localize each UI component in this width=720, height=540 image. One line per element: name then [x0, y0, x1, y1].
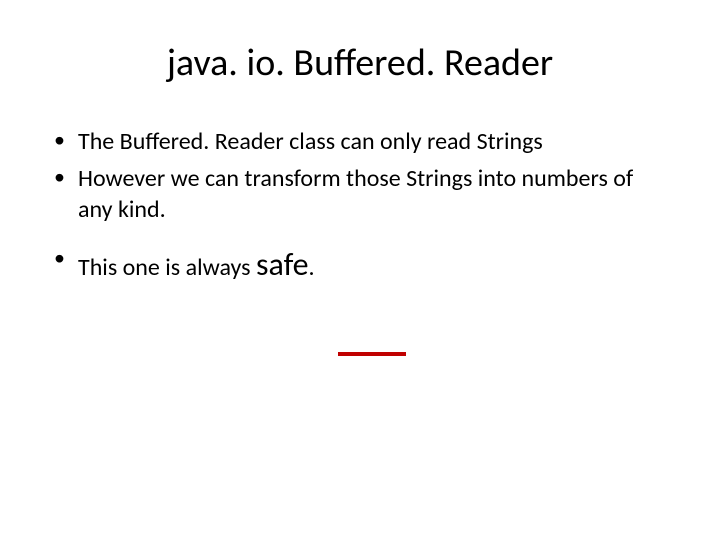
bullet-item-3-emph: safe — [256, 245, 309, 284]
bullet-item-3-prefix: This one is always — [78, 253, 256, 282]
slide-title: java. io. Buffered. Reader — [50, 40, 670, 86]
bullet-item-3-suffix: . — [309, 253, 315, 282]
bullet-item-1: The Buffered. Reader class can only read… — [50, 126, 670, 157]
red-underline-mark — [338, 352, 406, 356]
bullet-list: The Buffered. Reader class can only read… — [50, 126, 670, 285]
bullet-item-2: However we can transform those Strings i… — [50, 163, 670, 225]
bullet-item-3: This one is always safe. — [50, 244, 670, 286]
